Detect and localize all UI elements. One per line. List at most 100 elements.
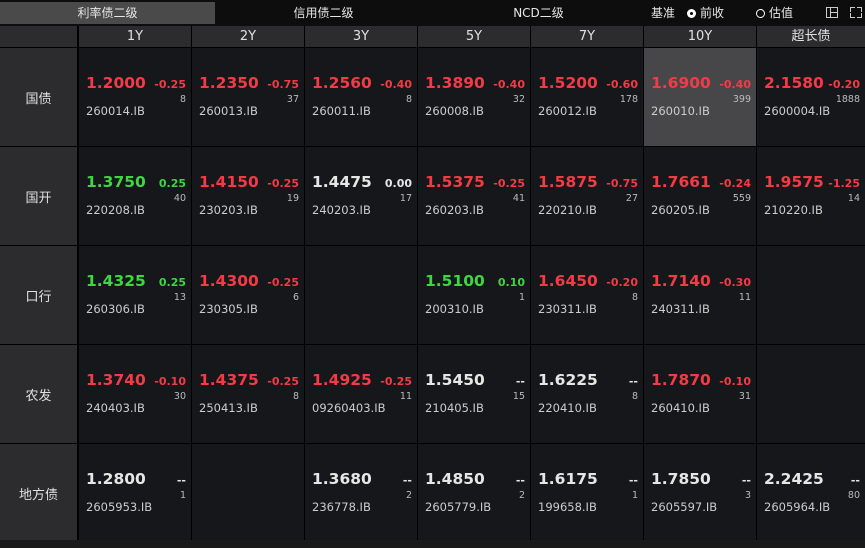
change-value: -- xyxy=(515,474,525,487)
yield-value: 1.2800 xyxy=(86,470,146,488)
quote-cell[interactable]: 1.6175 -- 1 199658.IB xyxy=(531,444,643,542)
quote-cell xyxy=(305,246,417,344)
bond-code: 260014.IB xyxy=(86,104,145,118)
quote-cell[interactable]: 1.7850 -- 3 2605597.IB xyxy=(644,444,756,542)
bond-code: 260010.IB xyxy=(651,104,710,118)
quote-cell[interactable]: 1.5450 -- 15 210405.IB xyxy=(418,345,530,443)
yield-value: 1.5450 xyxy=(425,371,485,389)
yield-value: 1.4375 xyxy=(199,371,259,389)
quote-cell[interactable]: 1.4925 -0.25 11 09260403.IB xyxy=(305,345,417,443)
quote-cell[interactable]: 1.7661 -0.24 559 260205.IB xyxy=(644,147,756,245)
quote-cell[interactable]: 1.2000 -0.25 8 260014.IB xyxy=(79,48,191,146)
yield-value: 1.4850 xyxy=(425,470,485,488)
tab-ncd[interactable]: NCD二级 xyxy=(431,2,646,24)
quote-cell[interactable]: 1.4300 -0.25 6 230305.IB xyxy=(192,246,304,344)
quote-cell[interactable]: 1.3740 -0.10 30 240403.IB xyxy=(79,345,191,443)
yield-value: 1.6175 xyxy=(538,470,598,488)
quote-cell[interactable]: 2.2425 -- 80 2605964.IB xyxy=(757,444,865,542)
trade-count: 11 xyxy=(738,292,751,303)
basis-option-valuation-label: 估值 xyxy=(769,6,794,20)
trade-count: 8 xyxy=(405,94,412,105)
basis-option-prev-close[interactable]: 前收 xyxy=(687,2,724,24)
quote-cell[interactable]: 1.5100 0.10 1 200310.IB xyxy=(418,246,530,344)
quote-cell[interactable]: 1.5375 -0.25 41 260203.IB xyxy=(418,147,530,245)
radio-unselected-icon[interactable] xyxy=(756,9,765,18)
bottom-bar xyxy=(0,540,865,548)
quote-cell[interactable]: 1.6450 -0.20 8 230311.IB xyxy=(531,246,643,344)
layout-icon[interactable] xyxy=(826,7,838,18)
quote-cell[interactable]: 1.2560 -0.40 8 260011.IB xyxy=(305,48,417,146)
row-header[interactable]: 国开 xyxy=(0,147,77,245)
trade-count: 1 xyxy=(631,490,638,501)
bond-code: 240403.IB xyxy=(86,401,145,415)
row-header[interactable]: 地方债 xyxy=(0,444,77,542)
quote-cell[interactable]: 1.7870 -0.10 31 260410.IB xyxy=(644,345,756,443)
trade-count: 30 xyxy=(173,391,186,402)
change-value: -0.10 xyxy=(154,375,186,388)
row-header[interactable]: 农发 xyxy=(0,345,77,443)
change-value: 0.25 xyxy=(158,177,186,190)
yield-value: 1.2000 xyxy=(86,74,146,92)
trade-count: 1 xyxy=(179,490,186,501)
bond-code: 230311.IB xyxy=(538,302,597,316)
trade-count: 178 xyxy=(619,94,638,105)
yield-value: 1.4925 xyxy=(312,371,372,389)
tab-rate-bond[interactable]: 利率债二级 xyxy=(0,2,215,24)
expand-icon[interactable] xyxy=(850,7,862,18)
quote-cell[interactable]: 1.4375 -0.25 8 250413.IB xyxy=(192,345,304,443)
quote-cell[interactable]: 1.4850 -- 2 2605779.IB xyxy=(418,444,530,542)
trade-count: 80 xyxy=(847,490,860,501)
quote-cell[interactable]: 1.7140 -0.30 11 240311.IB xyxy=(644,246,756,344)
column-header[interactable]: 3Y xyxy=(305,26,417,47)
column-header[interactable]: 7Y xyxy=(531,26,643,47)
trade-count: 559 xyxy=(732,193,751,204)
bond-code: 2605953.IB xyxy=(86,500,153,514)
bond-code: 260205.IB xyxy=(651,203,710,217)
quote-cell[interactable]: 1.9575 -1.25 14 210220.IB xyxy=(757,147,865,245)
quote-cell[interactable]: 1.6900 -0.40 399 260010.IB xyxy=(644,48,756,146)
radio-selected-icon[interactable] xyxy=(687,9,696,18)
column-header[interactable]: 超长债 xyxy=(757,26,865,47)
column-header[interactable]: 10Y xyxy=(644,26,756,47)
quote-cell[interactable]: 1.5200 -0.60 178 260012.IB xyxy=(531,48,643,146)
quote-cell xyxy=(757,345,865,443)
bond-code: 230203.IB xyxy=(199,203,258,217)
basis-option-valuation[interactable]: 估值 xyxy=(756,2,793,24)
trade-count: 8 xyxy=(631,292,638,303)
change-value: -0.25 xyxy=(493,177,525,190)
change-value: -0.25 xyxy=(154,78,186,91)
column-header[interactable]: 1Y xyxy=(79,26,191,47)
quote-cell[interactable]: 1.4475 0.00 17 240203.IB xyxy=(305,147,417,245)
trade-count: 8 xyxy=(179,94,186,105)
change-value: -0.30 xyxy=(719,276,751,289)
quote-cell[interactable]: 1.3680 -- 2 236778.IB xyxy=(305,444,417,542)
yield-value: 1.4150 xyxy=(199,173,259,191)
change-value: -- xyxy=(515,375,525,388)
trade-count: 399 xyxy=(732,94,751,105)
trade-count: 2 xyxy=(405,490,412,501)
quote-cell[interactable]: 1.5875 -0.75 27 220210.IB xyxy=(531,147,643,245)
yield-value: 1.3680 xyxy=(312,470,372,488)
quote-cell[interactable]: 2.1580 -0.20 1888 2600004.IB xyxy=(757,48,865,146)
change-value: 0.25 xyxy=(158,276,186,289)
tab-credit-bond[interactable]: 信用债二级 xyxy=(216,2,431,24)
yield-value: 1.3740 xyxy=(86,371,146,389)
column-header[interactable]: 2Y xyxy=(192,26,304,47)
bond-code: 260011.IB xyxy=(312,104,371,118)
column-header[interactable]: 5Y xyxy=(418,26,530,47)
change-value: -0.75 xyxy=(267,78,299,91)
quote-cell[interactable]: 1.2800 -- 1 2605953.IB xyxy=(79,444,191,542)
yield-value: 1.4475 xyxy=(312,173,372,191)
bond-code: 2605964.IB xyxy=(764,500,831,514)
row-header[interactable]: 国债 xyxy=(0,48,77,146)
quote-cell[interactable]: 1.4150 -0.25 19 230203.IB xyxy=(192,147,304,245)
quote-cell[interactable]: 1.6225 -- 8 220410.IB xyxy=(531,345,643,443)
quote-cell[interactable]: 1.3890 -0.40 32 260008.IB xyxy=(418,48,530,146)
quote-cell[interactable]: 1.3750 0.25 40 220208.IB xyxy=(79,147,191,245)
quote-cell[interactable]: 1.4325 0.25 13 260306.IB xyxy=(79,246,191,344)
quote-cell[interactable]: 1.2350 -0.75 37 260013.IB xyxy=(192,48,304,146)
change-value: -0.20 xyxy=(606,276,638,289)
row-header[interactable]: 口行 xyxy=(0,246,77,344)
yield-value: 1.7661 xyxy=(651,173,711,191)
bond-code: 240203.IB xyxy=(312,203,371,217)
